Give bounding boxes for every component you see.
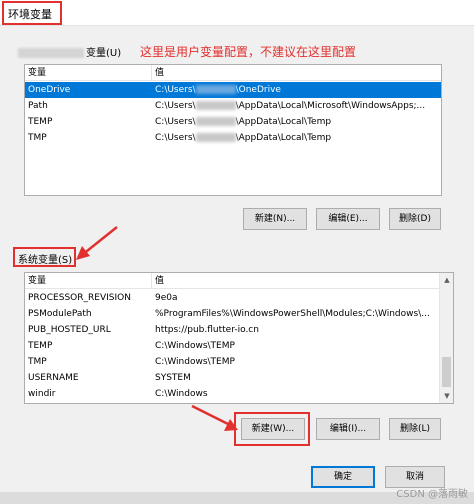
user-variable-row[interactable]: OneDrive C:\Users\ \OneDrive	[25, 82, 441, 98]
user-variable-value-prefix: C:\Users\	[155, 85, 196, 95]
user-variable-name: OneDrive	[28, 85, 71, 95]
system-variable-name: TMP	[28, 357, 47, 367]
user-delete-button[interactable]: 删除(D)	[389, 208, 441, 230]
annotation-arrow-up-icon	[76, 226, 118, 260]
system-variable-row[interactable]: windir C:\Windows	[25, 386, 439, 402]
title-highlight-box	[2, 1, 62, 25]
system-variable-row[interactable]: PROCESSOR_REVISION 9e0a	[25, 290, 439, 306]
system-variable-value: C:\Windows\TEMP	[155, 357, 235, 367]
scroll-thumb[interactable]	[442, 357, 451, 387]
system-list-header: 变量 值	[25, 273, 453, 289]
system-variable-name: windir	[28, 389, 56, 399]
system-list-scrollbar[interactable]: ▲ ▼	[439, 273, 453, 403]
ok-button[interactable]: 确定	[311, 466, 375, 488]
user-variable-value-prefix: C:\Users\	[155, 101, 196, 111]
redacted-username	[195, 117, 236, 126]
system-delete-button[interactable]: 删除(L)	[389, 418, 441, 440]
system-variables-list[interactable]: 变量 值 PROCESSOR_REVISION 9e0a PSModulePath%…	[24, 272, 454, 404]
watermark: CSDN @落雨敏	[396, 489, 468, 500]
user-variable-value-suffix: \OneDrive	[235, 85, 281, 95]
system-variable-name: USERNAME	[28, 373, 79, 383]
user-variables-annotation: 这里是用户变量配置，不建议在这里配置	[140, 45, 357, 59]
user-variable-value: C:\Users\ \OneDrive	[152, 82, 441, 98]
title-bar: 环境变量	[0, 0, 474, 26]
user-new-button[interactable]: 新建(N)...	[243, 208, 307, 230]
system-label-highlight-box	[13, 247, 76, 267]
user-edit-button[interactable]: 编辑(E)...	[316, 208, 380, 230]
redacted-username	[195, 101, 236, 110]
user-variable-row[interactable]: TMP C:\Users\ \AppData\Local\Temp	[25, 130, 441, 146]
user-variables-list[interactable]: 变量 值 OneDrive C:\Users\ \OneDrive Path C:\Us…	[24, 64, 442, 196]
user-variable-value-suffix: \AppData\Local\Temp	[235, 133, 332, 143]
user-variable-value-prefix: C:\Users\	[155, 117, 196, 127]
system-variable-row[interactable]: PUB_HOSTED_URL https://pub.flutter-io.cn	[25, 322, 439, 338]
system-variable-row[interactable]: TMP C:\Windows\TEMP	[25, 354, 439, 370]
system-variable-value: 9e0a	[155, 293, 178, 303]
system-variable-value: https://pub.flutter-io.cn	[155, 325, 259, 335]
system-col-variable[interactable]: 变量	[25, 273, 151, 289]
user-variable-row[interactable]: Path C:\Users\ \AppData\Local\Microsoft\Wi…	[25, 98, 441, 114]
user-variable-row[interactable]: TEMP C:\Users\ \AppData\Local\Temp	[25, 114, 441, 130]
user-col-value[interactable]: 值	[152, 65, 441, 81]
system-variable-value: C:\Windows	[155, 389, 208, 399]
user-variable-value: C:\Users\ \AppData\Local\Microsoft\Window…	[152, 98, 441, 114]
scroll-up-arrow-icon[interactable]: ▲	[440, 273, 453, 287]
user-list-header: 变量 值	[25, 65, 441, 81]
user-variable-value-prefix: C:\Users\	[155, 133, 196, 143]
user-variable-name: TMP	[28, 133, 47, 143]
system-variable-value: SYSTEM	[155, 373, 191, 383]
system-variable-row[interactable]: USERNAME SYSTEM	[25, 370, 439, 386]
user-variable-value-suffix: \AppData\Local\Temp	[235, 117, 332, 127]
user-variables-label-text: 变量(U)	[86, 48, 122, 59]
system-variable-name: TEMP	[28, 341, 53, 351]
system-variable-value: C:\Windows\TEMP	[155, 341, 235, 351]
redacted-username	[195, 133, 236, 142]
redacted-username	[18, 48, 84, 58]
user-variables-label: 变量(U)	[18, 44, 121, 59]
system-edit-button[interactable]: 编辑(I)...	[316, 418, 380, 440]
system-variable-name: PROCESSOR_REVISION	[28, 293, 131, 303]
redacted-username	[195, 85, 236, 94]
system-variable-name: PSModulePath	[28, 309, 92, 319]
system-new-button[interactable]: 新建(W)...	[241, 418, 305, 440]
user-col-variable[interactable]: 变量	[25, 65, 151, 81]
user-variable-value: C:\Users\ \AppData\Local\Temp	[152, 130, 441, 146]
scroll-down-arrow-icon[interactable]: ▼	[440, 389, 453, 403]
user-variable-value: C:\Users\ \AppData\Local\Temp	[152, 114, 441, 130]
user-variable-name: Path	[28, 101, 48, 111]
user-variable-value-suffix: \AppData\Local\Microsoft\WindowsApps;...	[235, 101, 426, 111]
system-col-value[interactable]: 值	[152, 273, 442, 289]
system-variable-row[interactable]: PSModulePath %ProgramFiles%\WindowsPowerS…	[25, 306, 439, 322]
system-variable-row[interactable]: TEMP C:\Windows\TEMP	[25, 338, 439, 354]
system-variable-value: %ProgramFiles%\WindowsPowerShell\Modules…	[155, 309, 430, 319]
system-variable-name: PUB_HOSTED_URL	[28, 325, 111, 335]
user-variable-name: TEMP	[28, 117, 53, 127]
